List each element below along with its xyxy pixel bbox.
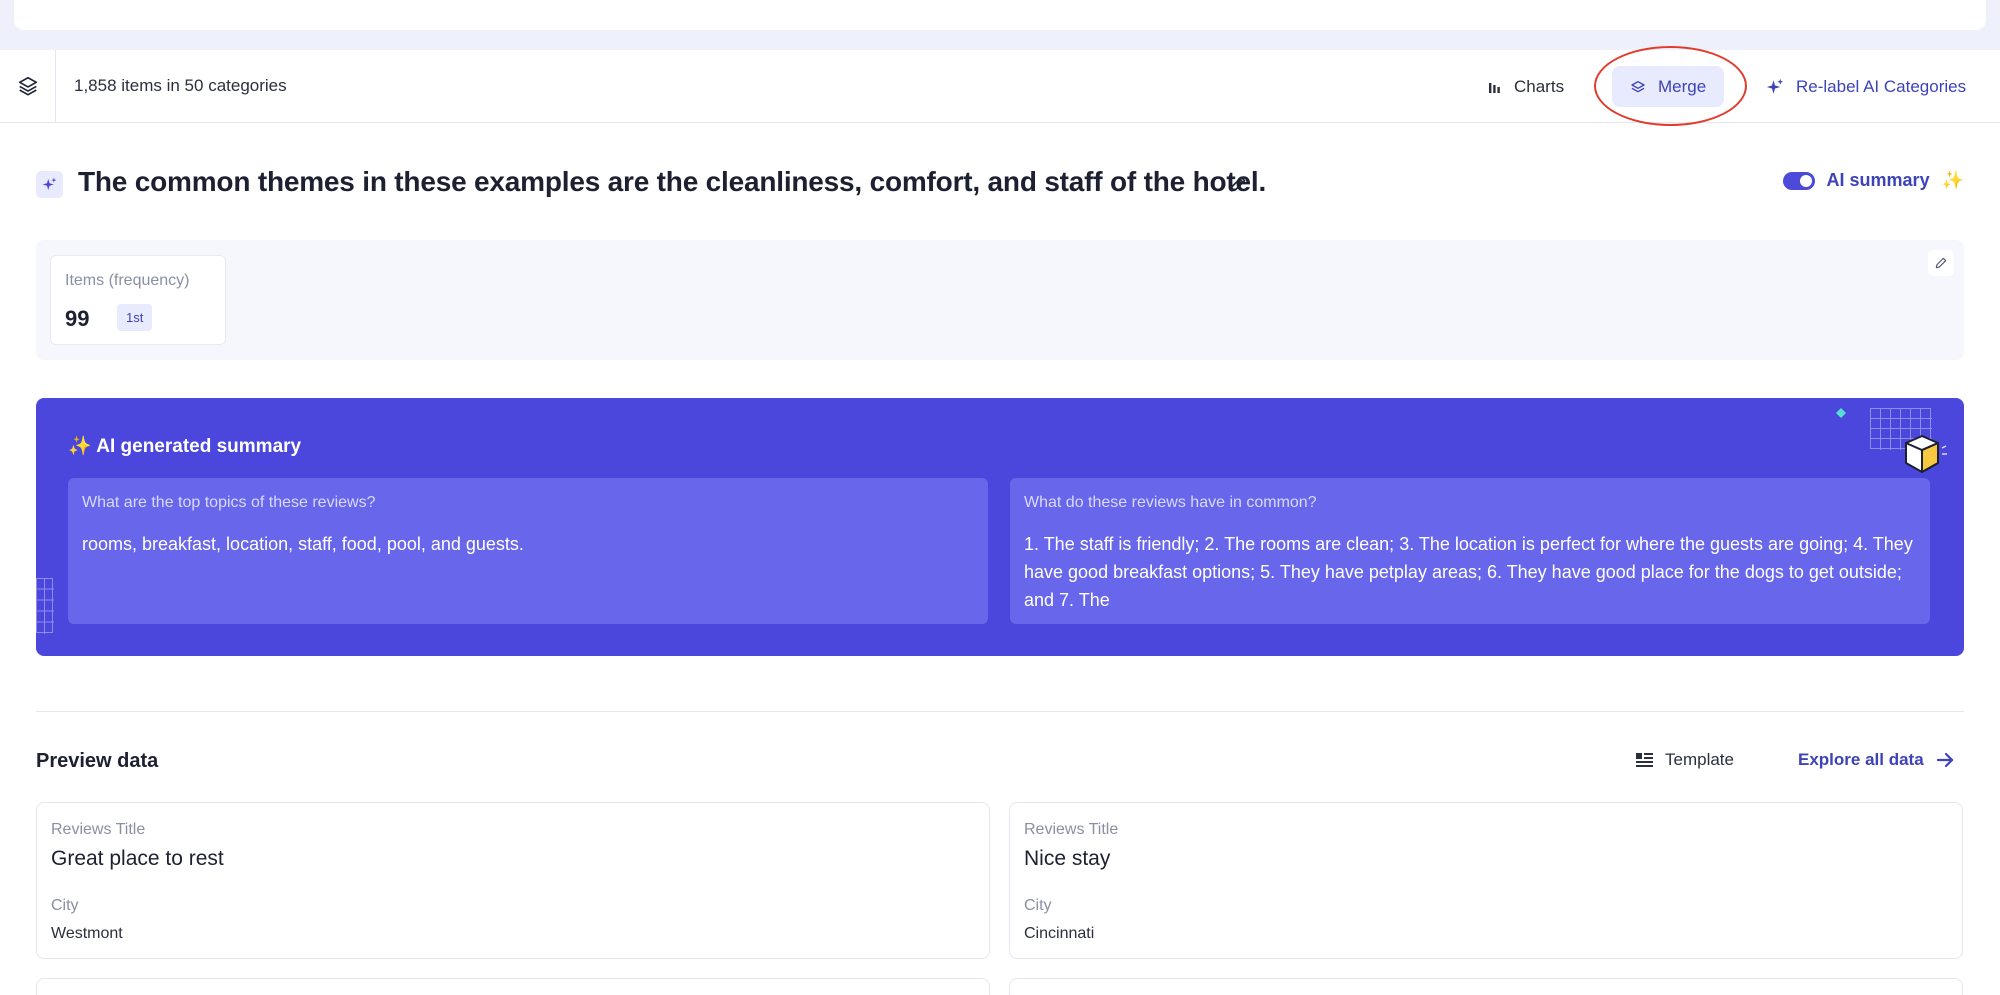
- template-button[interactable]: Template: [1636, 750, 1734, 770]
- preview-data-title: Preview data: [36, 750, 159, 772]
- sparkle-icon: [42, 177, 57, 191]
- preview-card[interactable]: [36, 978, 990, 995]
- edit-stats-button[interactable]: [1928, 250, 1954, 276]
- top-card: [14, 0, 1986, 30]
- frequency-card: Items (frequency) 99 1st: [50, 255, 226, 345]
- explore-label: Explore all data: [1798, 750, 1924, 769]
- ai-summary-label: AI summary: [1826, 170, 1930, 190]
- city-value: Cincinnati: [1024, 925, 1095, 942]
- sparkles-icon: ✨: [1941, 170, 1964, 190]
- preview-card[interactable]: [1009, 978, 1963, 995]
- ai-summary-toggle[interactable]: [1782, 171, 1815, 190]
- summary-question-card: What are the top topics of these reviews…: [68, 478, 988, 624]
- grid-decoration-icon: [36, 578, 54, 634]
- field-label: City: [51, 897, 79, 914]
- pencil-icon: [1230, 176, 1246, 192]
- ai-summary-toggle-group: AI summary ✨: [1782, 170, 1964, 191]
- top-band: [0, 0, 2000, 50]
- layers-icon: [1631, 80, 1645, 92]
- sparkle-icon: [1766, 78, 1784, 94]
- section-divider: [36, 711, 1964, 712]
- edit-title-button[interactable]: [1228, 174, 1248, 199]
- cube-icon: [1905, 435, 1947, 473]
- frequency-label: Items (frequency): [65, 272, 190, 289]
- explore-all-data-button[interactable]: Explore all data: [1798, 750, 1954, 770]
- frequency-value: 99: [65, 306, 90, 331]
- field-label: City: [1024, 897, 1052, 914]
- rank-badge: 1st: [117, 304, 153, 331]
- review-title: Great place to rest: [51, 847, 224, 870]
- diamond-icon: [1836, 408, 1846, 418]
- preview-card[interactable]: Reviews Title Nice stay City Cincinnati: [1009, 802, 1963, 959]
- relabel-label: Re-label AI Categories: [1796, 76, 1967, 96]
- summary-answer: rooms, breakfast, location, staff, food,…: [82, 534, 524, 554]
- pencil-icon: [1935, 257, 1947, 269]
- sparkle-badge: [36, 171, 63, 198]
- template-label: Template: [1665, 750, 1734, 769]
- stats-panel: Items (frequency) 99 1st: [36, 240, 1964, 360]
- summary-question: What do these reviews have in common?: [1024, 494, 1317, 511]
- category-header: The common themes in these examples are …: [36, 160, 1964, 210]
- summary-question-card: What do these reviews have in common? 1.…: [1010, 478, 1930, 624]
- city-value: Westmont: [51, 925, 123, 942]
- relabel-ai-categories-button[interactable]: Re-label AI Categories: [1748, 66, 1984, 107]
- preview-card[interactable]: Reviews Title Great place to rest City W…: [36, 802, 990, 959]
- summary-question: What are the top topics of these reviews…: [82, 494, 376, 511]
- ai-summary-heading: ✨ AI generated summary: [68, 434, 301, 458]
- field-label: Reviews Title: [51, 821, 146, 838]
- charts-label: Charts: [1514, 76, 1565, 96]
- layers-toggle[interactable]: [0, 50, 56, 122]
- summary-answer: 1. The staff is friendly; 2. The rooms a…: [1024, 534, 1913, 610]
- bar-chart-icon: [1489, 82, 1500, 93]
- template-icon: [1636, 753, 1653, 767]
- toolbar: 1,858 items in 50 categories Charts Merg…: [0, 50, 2000, 123]
- ai-summary-panel: ✨ AI generated summary What are the top …: [36, 398, 1964, 656]
- category-title: The common themes in these examples are …: [78, 166, 1267, 197]
- charts-button[interactable]: Charts: [1470, 66, 1582, 107]
- merge-label: Merge: [1658, 76, 1707, 96]
- layers-icon: [18, 76, 37, 96]
- arrow-right-icon: [1936, 752, 1953, 768]
- ai-summary-heading-text: AI generated summary: [96, 436, 302, 457]
- field-label: Reviews Title: [1024, 821, 1119, 838]
- sparkles-icon: ✨: [68, 436, 92, 457]
- items-count: 1,858 items in 50 categories: [74, 76, 287, 95]
- review-title: Nice stay: [1024, 847, 1111, 870]
- merge-button[interactable]: Merge: [1612, 66, 1725, 107]
